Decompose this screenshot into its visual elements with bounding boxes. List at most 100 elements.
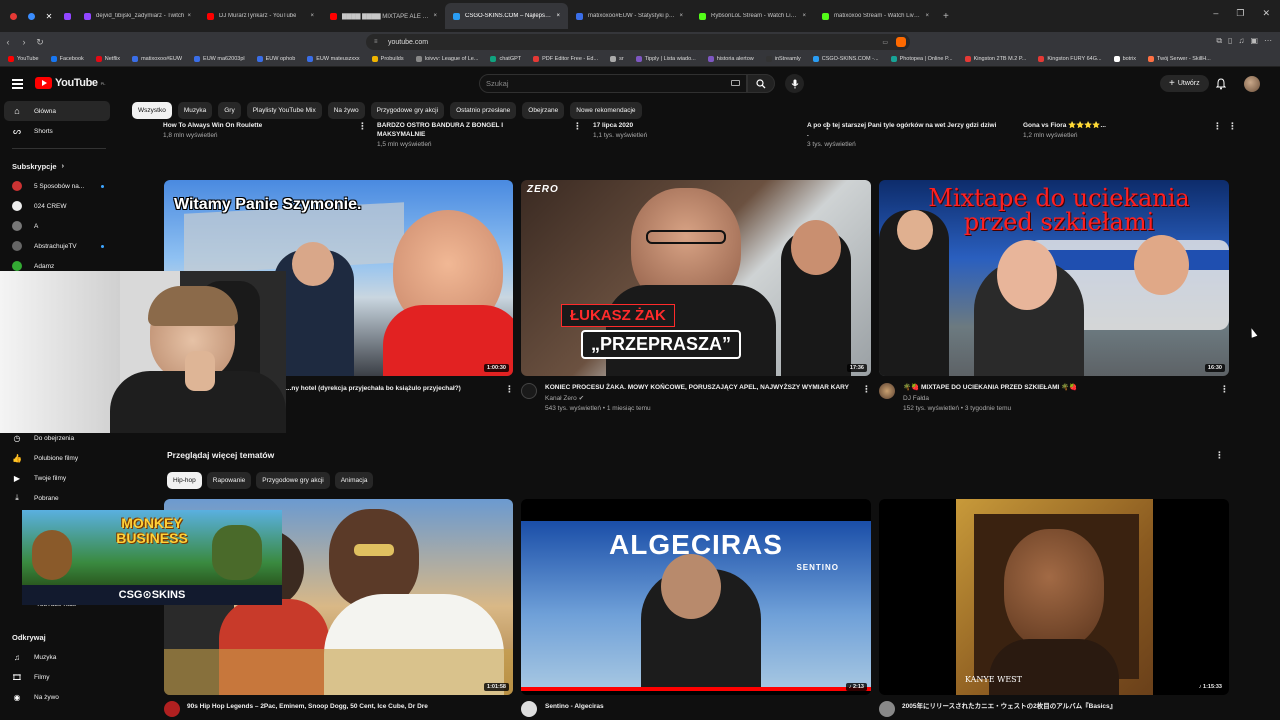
bookmark-item[interactable]: Facebook — [50, 56, 84, 62]
bookmark-item[interactable]: YouTube — [8, 56, 39, 62]
bookmark-item[interactable]: botrix — [1113, 56, 1136, 62]
video-thumbnail[interactable]: KANYE WEST ♪ 1:15:33 — [879, 499, 1229, 695]
hamburger-menu-icon[interactable] — [12, 79, 23, 91]
extensions-icon[interactable]: ⧉ — [1216, 36, 1222, 46]
bookmark-item[interactable]: matixoxoo#EUW — [132, 56, 182, 62]
more-options-icon[interactable]: ⋮ — [862, 384, 871, 395]
channel-avatar[interactable] — [879, 701, 895, 717]
bookmark-item[interactable]: historia alertow — [707, 56, 754, 62]
more-options-icon[interactable]: ⋮ — [1213, 121, 1222, 132]
bookmark-item[interactable]: Twój Serwer - SkillH... — [1148, 56, 1211, 62]
bookmark-item[interactable]: inStreamly — [765, 56, 801, 62]
menu-icon[interactable]: ⋯ — [1264, 36, 1272, 46]
create-button[interactable]: + Utwórz — [1160, 75, 1209, 92]
topic-chip[interactable]: Hip-hop — [167, 472, 202, 489]
bookmark-item[interactable]: Ioivvv: League of Le... — [415, 56, 478, 62]
site-info-icon[interactable]: ≡ — [374, 39, 378, 45]
filter-chip[interactable]: Playlisty YouTube Mix — [246, 102, 322, 119]
bookmark-item[interactable]: EUW ma62003pl — [194, 56, 245, 62]
filter-chip[interactable]: Ostatnio przesłane — [450, 102, 517, 119]
url-field[interactable]: ≡ youtube.com ▭ ☆ — [366, 34, 910, 50]
filter-chip[interactable]: Wszystko — [132, 102, 172, 119]
filter-chip[interactable]: Na żywo — [327, 102, 365, 119]
more-options-icon[interactable]: ⋮ — [358, 121, 367, 132]
video-thumbnail[interactable]: ALGECIRAS SENTINO ♪ 2:13 — [521, 499, 871, 695]
browser-tab[interactable]: ▇▇▇▇ ▇▇▇▇ MIXTAPE ALE TAJNE× — [322, 3, 445, 29]
sidebar-item[interactable]: ▶ Twoje filmy — [0, 468, 118, 488]
voice-search-button[interactable] — [785, 74, 804, 93]
channel-avatar[interactable] — [879, 383, 895, 399]
channel-avatar[interactable] — [521, 383, 537, 399]
sidebar-item-shorts[interactable]: ᔕ Shorts — [0, 121, 118, 141]
video-title[interactable]: How To Always Win On Roulette — [163, 121, 353, 130]
more-options-icon[interactable]: ⋮ — [1228, 121, 1237, 132]
filter-chip[interactable]: Nowe rekomendacje — [570, 102, 642, 119]
topic-chip[interactable]: Rapowanie — [206, 472, 252, 489]
more-options-icon[interactable]: ⋮ — [573, 121, 582, 132]
bookmark-item[interactable]: PDF Editor Free - Ed... — [533, 56, 598, 62]
account-avatar[interactable] — [1244, 76, 1260, 92]
new-tab-button[interactable]: + — [943, 11, 949, 22]
section-more-icon[interactable]: ⋮ — [1215, 450, 1224, 461]
collections-icon[interactable]: ♫ — [1238, 36, 1244, 46]
subscriptions-header[interactable]: Subskrypcje › — [0, 156, 118, 176]
bookmark-item[interactable]: Probuilds — [371, 56, 404, 62]
sidebar-item[interactable]: 👍 Polubione filmy — [0, 448, 118, 468]
tab-close-icon[interactable]: × — [676, 13, 683, 19]
browser-tab[interactable]: dejvid_tibijski_zadymiarz - Twitch × — [76, 3, 199, 29]
youtube-logo[interactable]: YouTube PL — [35, 77, 106, 89]
search-button[interactable] — [747, 74, 775, 93]
tab-close-icon[interactable]: × — [799, 13, 806, 19]
sidebar-item-subscription[interactable]: 5 Sposobów na... — [0, 176, 118, 196]
sidebar-item[interactable]: 🎞 Filmy — [0, 667, 118, 687]
notifications-bell-icon[interactable] — [1215, 77, 1227, 95]
sidebar-item[interactable]: ⤓ Pobrane — [0, 488, 118, 508]
minimize-button[interactable]: – — [1213, 8, 1218, 19]
forward-button[interactable]: › — [16, 37, 32, 47]
filter-chip[interactable]: Przygodowe gry akcji — [370, 102, 445, 119]
more-options-icon[interactable]: ⋮ — [1220, 384, 1229, 395]
channel-name[interactable]: Kanał Zero — [545, 395, 577, 402]
video-title[interactable]: 2005年にリリースされたカニエ・ウェストの2枚目のアルバム『Basics』 — [902, 702, 1202, 711]
topic-chip[interactable]: Animacja — [334, 472, 374, 489]
tab-close-icon[interactable]: × — [184, 13, 191, 19]
video-title[interactable]: ...ny hotel (dyrekcja przyjechała bo ksi… — [286, 384, 496, 393]
filter-chip[interactable]: Muzyka — [177, 102, 213, 119]
tab-close-icon[interactable]: × — [430, 13, 437, 19]
tab-close-icon[interactable]: × — [307, 13, 314, 19]
maximize-button[interactable]: ❐ — [1236, 8, 1244, 19]
messenger-icon[interactable] — [23, 8, 39, 24]
video-title[interactable]: 17 lipca 2020 — [593, 121, 753, 130]
sidebar-item-subscription[interactable]: AbstrachujeTV — [0, 236, 118, 256]
profile-icon[interactable]: ▣ — [1250, 36, 1258, 46]
browser-tab[interactable]: matixoxoo Stream - Watch Live on K × — [814, 3, 937, 29]
reload-button[interactable]: ↻ — [32, 37, 48, 48]
video-thumbnail[interactable]: Mixtape do uciekania przed szkiełami 16:… — [879, 180, 1229, 376]
bookmark-item[interactable]: EUW mateuszxxx — [307, 56, 360, 62]
video-title[interactable]: Gona vs Fiora ⭐⭐⭐⭐... — [1023, 121, 1213, 130]
sidebar-item-subscription[interactable]: 024 CREW — [0, 196, 118, 216]
video-title[interactable]: 90s Hip Hop Legends – 2Pac, Eminem, Snoo… — [187, 702, 487, 711]
tab-close-icon[interactable]: × — [553, 13, 560, 19]
extension-icon[interactable] — [896, 37, 906, 47]
channel-name[interactable]: DJ Fałda — [903, 394, 1213, 404]
bookmark-item[interactable]: sr — [610, 56, 624, 62]
bookmark-item[interactable]: Tipply | Lista wiado... — [635, 56, 696, 62]
recording-icon[interactable] — [5, 8, 21, 24]
twitch-pin-icon[interactable] — [59, 8, 75, 24]
video-title[interactable]: BARDZO OSTRO BANDURA Z BONGEL I MAKSYMAL… — [377, 121, 527, 139]
video-thumbnail[interactable]: ZERO ŁUKASZ ŻAK „PRZEPRASZA” 17:36 — [521, 180, 871, 376]
video-title[interactable]: 🌴🍓 MIXTAPE DO UCIEKANIA PRZED SZKIEŁAMI … — [903, 383, 1213, 392]
topic-chip[interactable]: Przygodowe gry akcji — [256, 472, 330, 489]
more-options-icon[interactable]: ⋮ — [505, 384, 514, 395]
bookmark-item[interactable]: Photopea | Online P... — [890, 56, 953, 62]
back-button[interactable]: ‹ — [0, 37, 16, 47]
bookmark-item[interactable]: EUW ophob — [256, 56, 295, 62]
install-icon[interactable]: ▭ — [882, 39, 888, 46]
bookmark-item[interactable]: chatGPT — [490, 56, 521, 62]
filter-chip[interactable]: Obejrzane — [522, 102, 565, 119]
video-title[interactable]: KONIEC PROCESU ŻAKA. MOWY KOŃCOWE, PORUS… — [545, 383, 855, 392]
keyboard-icon[interactable] — [731, 80, 740, 86]
sidebar-item-home[interactable]: ⌂ Główna — [4, 101, 110, 121]
channel-avatar[interactable] — [164, 701, 180, 717]
